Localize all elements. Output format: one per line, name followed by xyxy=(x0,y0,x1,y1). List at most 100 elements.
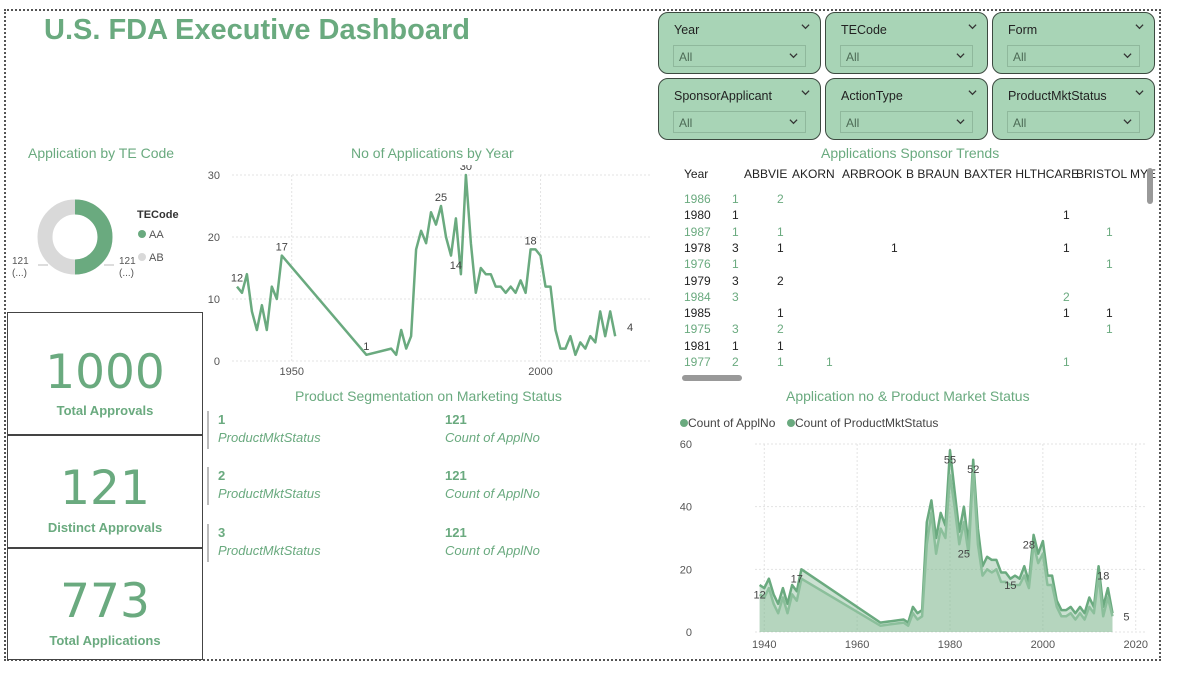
year-slicer[interactable]: Year All xyxy=(658,12,821,74)
slicer-label: TECode xyxy=(841,23,887,37)
chevron-down-icon[interactable] xyxy=(956,117,965,126)
data-label: 17 xyxy=(276,242,288,254)
matrix-cell: 1 xyxy=(732,224,739,239)
y-tick-label: 20 xyxy=(680,564,692,576)
tecode-slicer[interactable]: TECode All xyxy=(825,12,988,74)
legend-dot xyxy=(680,419,688,427)
matrix-cell: 2 xyxy=(732,355,739,369)
slicer-label: Year xyxy=(674,23,700,37)
matrix-column-header[interactable]: ABBVIE xyxy=(744,167,787,181)
chevron-down-icon[interactable] xyxy=(789,51,798,60)
action-type-dropdown[interactable]: All xyxy=(840,111,973,133)
segment-count: 121 Count of ApplNo xyxy=(445,411,540,447)
year-dropdown[interactable]: All xyxy=(673,45,806,67)
data-label: 4 xyxy=(627,322,633,334)
form-slicer[interactable]: Form All xyxy=(992,12,1155,74)
matrix-vertical-scrollbar[interactable] xyxy=(1147,168,1153,204)
matrix-cell: 1 xyxy=(732,208,739,223)
kpi-total-approvals: 1000 Total Approvals xyxy=(7,312,203,435)
matrix-row-year: 1978 xyxy=(684,240,711,255)
donut-label-ab-unit: (...) xyxy=(12,268,27,279)
matrix-cell: 1 xyxy=(777,338,784,353)
donut-label-aa-value: 121 xyxy=(119,256,136,267)
applications-line[interactable] xyxy=(236,173,617,357)
matrix-cell: 2 xyxy=(1063,289,1070,304)
data-label: 17 xyxy=(791,574,803,586)
matrix-cell: 2 xyxy=(777,273,784,288)
matrix-cell: 1 xyxy=(1106,306,1113,321)
tecode-dropdown[interactable]: All xyxy=(840,45,973,67)
action-type-slicer[interactable]: ActionType All xyxy=(825,78,988,140)
chevron-down-icon[interactable] xyxy=(801,22,810,31)
chevron-down-icon[interactable] xyxy=(1123,51,1132,60)
matrix-cell: 1 xyxy=(777,306,784,321)
y-tick-label: 10 xyxy=(208,294,220,306)
matrix-horizontal-scrollbar[interactable] xyxy=(682,375,742,381)
dashboard-canvas: U.S. FDA Executive Dashboard Year All TE… xyxy=(0,0,1201,688)
matrix-cell: 1 xyxy=(732,338,739,353)
chevron-down-icon[interactable] xyxy=(1135,22,1144,31)
y-tick-label: 60 xyxy=(680,439,692,451)
chevron-down-icon[interactable] xyxy=(801,88,810,97)
matrix-row-year: 1984 xyxy=(684,289,711,304)
market-status-chart-title: Application no & Product Market Status xyxy=(786,388,1030,404)
matrix-cell: 1 xyxy=(1063,306,1070,321)
chevron-down-icon[interactable] xyxy=(1135,88,1144,97)
legend-product-mkt-status[interactable]: Count of ProductMktStatus xyxy=(787,416,938,430)
segment-item: 3 ProductMktStatus xyxy=(207,524,321,562)
data-label: 15 xyxy=(1004,580,1016,592)
matrix-cell: 3 xyxy=(732,240,739,255)
matrix-row-year: 1980 xyxy=(684,208,711,223)
matrix-column-header[interactable]: ARBROOK xyxy=(842,167,902,181)
legend-dot xyxy=(787,419,795,427)
x-tick-label: 1940 xyxy=(752,639,776,651)
chevron-down-icon[interactable] xyxy=(968,88,977,97)
slicer-label: Form xyxy=(1008,23,1038,37)
y-tick-label: 20 xyxy=(208,232,220,244)
te-code-donut-chart[interactable]: 121 (...) 121 (...) TECode AA AB xyxy=(8,180,198,290)
donut-title: Application by TE Code xyxy=(28,145,175,161)
legend-dot-aa xyxy=(138,230,146,238)
legend-label-ab: AB xyxy=(149,252,164,264)
matrix-cell: 1 xyxy=(1063,208,1070,223)
matrix-column-header[interactable]: BAXTER HLTHCARE xyxy=(964,167,1079,181)
matrix-column-header[interactable]: AKORN xyxy=(792,167,835,181)
matrix-column-header[interactable]: BRISTOL MYE xyxy=(1076,167,1156,181)
donut-segment-aa[interactable] xyxy=(74,199,113,275)
application-market-status-chart[interactable]: 0 20 40 60 1940 1960 1980 2000 2020 12 17 55 52 25 15 2… xyxy=(670,432,1160,657)
chevron-down-icon[interactable] xyxy=(789,117,798,126)
legend-label: Count of ProductMktStatus xyxy=(795,416,939,430)
matrix-row-year: 1986 xyxy=(684,192,711,206)
form-dropdown[interactable]: All xyxy=(1007,45,1140,67)
product-mkt-status-dropdown[interactable]: All xyxy=(1007,111,1140,133)
sponsor-applicant-dropdown[interactable]: All xyxy=(673,111,806,133)
matrix-cell: 1 xyxy=(777,240,784,255)
slicer-value: All xyxy=(679,116,693,130)
matrix-cell: 1 xyxy=(777,355,784,369)
matrix-column-header[interactable]: Year xyxy=(684,167,708,181)
x-tick-label: 2000 xyxy=(528,366,552,378)
applications-by-year-chart[interactable]: 0 10 20 30 1950 2000 12 17 1 25 30 14 18 4 xyxy=(200,165,660,385)
data-label: 28 xyxy=(1023,539,1035,551)
chevron-down-icon[interactable] xyxy=(968,22,977,31)
data-label: 12 xyxy=(754,589,766,601)
slicer-value: All xyxy=(1013,116,1027,130)
sponsor-trends-matrix[interactable]: Year ABBVIE AKORN ARBROOK B BRAUN BAXTER HLTH… xyxy=(680,163,1158,380)
year-chart-title: No of Applications by Year xyxy=(351,145,514,161)
legend-dot-ab xyxy=(138,253,146,261)
product-mkt-status-slicer[interactable]: ProductMktStatus All xyxy=(992,78,1155,140)
matrix-cell: 1 xyxy=(1106,257,1113,272)
x-tick-label: 2020 xyxy=(1123,639,1147,651)
data-label: 18 xyxy=(1097,571,1109,583)
data-label: 25 xyxy=(958,549,970,561)
slicer-label: SponsorApplicant xyxy=(674,89,772,103)
x-tick-label: 2000 xyxy=(1031,639,1055,651)
legend-label-aa: AA xyxy=(149,229,164,241)
matrix-column-header[interactable]: B BRAUN xyxy=(906,167,959,181)
legend-appl-no[interactable]: Count of ApplNo xyxy=(680,416,775,430)
sponsor-applicant-slicer[interactable]: SponsorApplicant All xyxy=(658,78,821,140)
slicer-value: All xyxy=(679,50,693,64)
chevron-down-icon[interactable] xyxy=(956,51,965,60)
chevron-down-icon[interactable] xyxy=(1123,117,1132,126)
segment-count: 121 Count of ApplNo xyxy=(445,524,540,560)
